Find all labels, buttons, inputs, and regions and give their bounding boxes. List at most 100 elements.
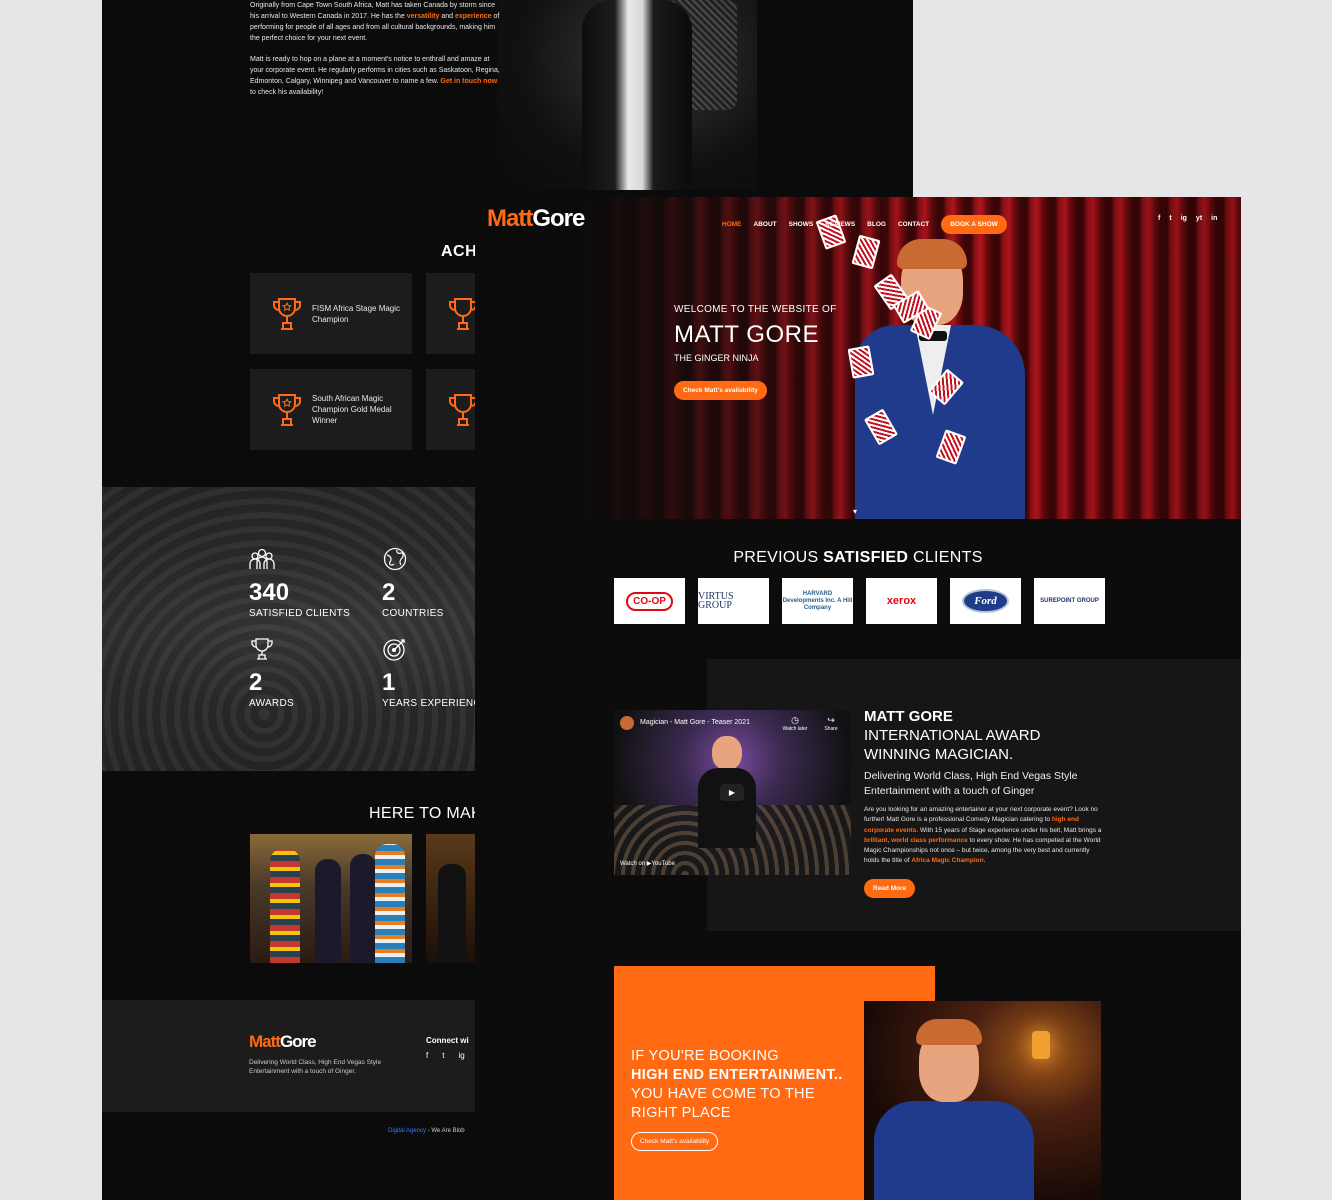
- trophy-icon: [273, 393, 301, 426]
- twitter-icon[interactable]: t: [1169, 215, 1171, 222]
- logo-part: Gore: [532, 205, 585, 232]
- linkedin-icon[interactable]: in: [1211, 215, 1217, 222]
- trophy-icon: [251, 638, 273, 660]
- title-part: CLIENTS: [908, 549, 983, 566]
- share-button[interactable]: ↪ Share: [816, 715, 846, 732]
- ford-logo-text: Ford: [962, 589, 1009, 613]
- video-player[interactable]: Magician - Matt Gore - Teaser 2021 ◷ Watc…: [614, 710, 851, 875]
- watch-later-label: Watch later: [782, 726, 808, 732]
- get-in-touch-link[interactable]: Get in touch now: [440, 78, 497, 85]
- hero-welcome: WELCOME TO THE WEBSITE OF: [674, 304, 837, 315]
- chevron-down-icon[interactable]: ▾: [853, 507, 857, 516]
- client-logo-ford: Ford: [950, 578, 1021, 624]
- client-logo-xerox: xerox: [866, 578, 937, 624]
- instagram-icon[interactable]: ig: [458, 1051, 464, 1060]
- logo-part: Matt: [487, 205, 533, 232]
- person-figure: [438, 864, 466, 963]
- about-section: MATT GORE INTERNATIONAL AWARD WINNING MA…: [864, 708, 1104, 898]
- share-label: Share: [824, 726, 838, 732]
- site-logo[interactable]: MattGore: [487, 205, 585, 233]
- tuxedo: [582, 0, 692, 190]
- highlight: Africa Magic Champion: [911, 857, 984, 865]
- footer-socials: f t ig: [426, 1051, 465, 1060]
- nav-blog[interactable]: BLOG: [867, 221, 886, 228]
- about-tagline: Delivering World Class, High End Vegas S…: [864, 770, 1078, 797]
- booking-line-bold: HIGH END ENTERTAINMENT..: [631, 1067, 843, 1083]
- agency-link[interactable]: Digital Agency: [388, 1128, 426, 1134]
- intro-text-part: to check his availability!: [250, 89, 324, 96]
- footer-logo[interactable]: MattGore: [249, 1032, 317, 1052]
- highlight: brilliant: [864, 836, 888, 844]
- about-subheading: INTERNATIONAL AWARD WINNING MAGICIAN.: [864, 727, 1041, 763]
- twitter-icon[interactable]: t: [442, 1051, 444, 1060]
- hero-name: MATT GORE: [674, 321, 819, 348]
- stat-clients: 340 SATISFIED CLIENTS: [249, 547, 350, 619]
- header-socials: f t ig yt in: [1158, 215, 1217, 222]
- nav-reviews[interactable]: REVIEWS: [825, 221, 855, 228]
- facebook-icon[interactable]: f: [426, 1051, 428, 1060]
- facebook-icon[interactable]: f: [1158, 215, 1160, 222]
- client-logos: CO-OP VIRTUS GROUP HARVARD Developments …: [614, 578, 1105, 624]
- intro-paragraph-1: Originally from Cape Town South Africa, …: [250, 0, 502, 44]
- watch-on-youtube[interactable]: Watch on ▶YouTube: [620, 860, 675, 867]
- logo-part: Matt: [249, 1032, 281, 1051]
- nav-shows[interactable]: SHOWS: [789, 221, 814, 228]
- trophy-icon: [449, 297, 477, 330]
- highlight-versatility: versatility: [406, 13, 440, 20]
- client-logo-virtus: VIRTUS GROUP: [698, 578, 769, 624]
- stat-number: 2: [249, 669, 263, 696]
- play-icon[interactable]: ▶: [720, 784, 744, 801]
- youtube-icon[interactable]: yt: [1196, 215, 1202, 222]
- intro-text-part: and: [439, 13, 455, 20]
- intro-paragraph-2: Matt is ready to hop on a plane at a mom…: [250, 54, 502, 98]
- about-heading: MATT GORE: [864, 708, 953, 725]
- stat-countries: 2 COUNTRIES: [382, 547, 444, 619]
- highlight: world class performance: [891, 836, 968, 844]
- stat-awards: 2 AWARDS: [249, 637, 294, 709]
- stat-label: COUNTRIES: [382, 608, 444, 619]
- title-part-bold: SATISFIED: [823, 549, 909, 566]
- client-logo-surepoint: SUREPOINT GROUP: [1034, 578, 1105, 624]
- footer-tagline: Delivering World Class, High End Vegas S…: [249, 1059, 382, 1075]
- ginger-hair: [916, 1019, 982, 1045]
- nav-home[interactable]: HOME: [722, 221, 742, 228]
- clients-title: PREVIOUS SATISFIED CLIENTS: [475, 549, 1241, 567]
- watch-later-button[interactable]: ◷ Watch later: [780, 715, 810, 732]
- stat-number: 1: [382, 669, 396, 696]
- person-figure: [350, 854, 376, 963]
- achievement-label: South African Magic Champion Gold Medal …: [312, 394, 392, 425]
- hero-tagline: THE GINGER NINJA: [674, 353, 759, 363]
- share-icon: ↪: [827, 715, 835, 725]
- trophy-icon: [449, 393, 477, 426]
- logo-part: Gore: [279, 1032, 317, 1051]
- booking-line: RIGHT PLACE: [631, 1105, 731, 1121]
- nav-about[interactable]: ABOUT: [754, 221, 777, 228]
- stat-label: AWARDS: [249, 698, 294, 709]
- trophy-icon: [273, 297, 301, 330]
- target-icon: [383, 639, 405, 661]
- booking-text: IF YOU'RE BOOKING HIGH END ENTERTAINMENT…: [631, 1047, 843, 1123]
- credit-line: Digital Agency - We Are Blob: [388, 1128, 465, 1134]
- booking-availability-button[interactable]: Check Matt's availability: [631, 1132, 719, 1151]
- stat-experience: 1 YEARS EXPERIENC: [382, 637, 481, 709]
- virtus-logo-text: VIRTUS GROUP: [698, 591, 734, 611]
- avatar[interactable]: [620, 716, 634, 730]
- nav-contact[interactable]: CONTACT: [898, 221, 929, 228]
- globe-icon: [383, 547, 407, 571]
- credit-text: - We Are Blob: [426, 1128, 465, 1134]
- person-figure: [315, 859, 341, 963]
- instagram-icon[interactable]: ig: [1181, 215, 1187, 222]
- read-more-button[interactable]: Read More: [864, 878, 916, 898]
- homepage: MattGore HOME ABOUT SHOWS REVIEWS BLOG C…: [475, 197, 1241, 1200]
- coop-logo-text: CO-OP: [626, 591, 673, 611]
- connect-heading: Connect wi: [426, 1036, 469, 1045]
- book-a-show-button[interactable]: BOOK A SHOW: [941, 215, 1007, 234]
- stat-number: 2: [382, 579, 396, 606]
- title-part: PREVIOUS: [733, 549, 824, 566]
- check-availability-button[interactable]: Check Matt's availability: [674, 381, 767, 400]
- body-part: .: [983, 857, 986, 865]
- magician-portrait: [864, 1001, 1101, 1200]
- video-title[interactable]: Magician - Matt Gore - Teaser 2021: [640, 719, 750, 726]
- stat-label: YEARS EXPERIENC: [382, 698, 481, 709]
- booking-line: IF YOU'RE BOOKING: [631, 1048, 779, 1064]
